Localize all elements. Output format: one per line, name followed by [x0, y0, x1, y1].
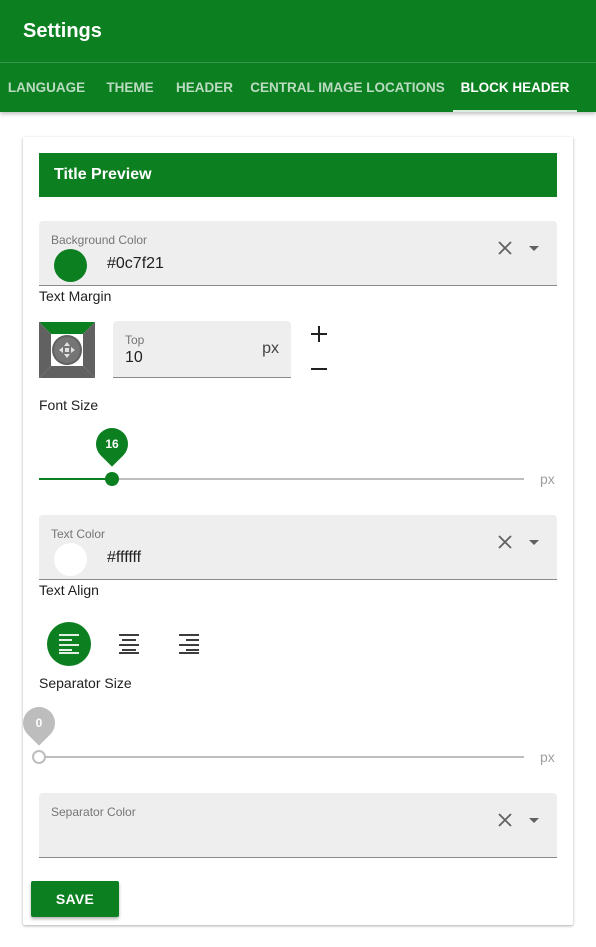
app-title: Settings — [23, 20, 102, 42]
font-size-slider-fill — [39, 478, 112, 480]
font-size-unit: px — [540, 471, 555, 487]
dropdown-arrow-icon[interactable] — [529, 818, 539, 823]
close-icon[interactable] — [496, 239, 514, 257]
separator-size-value: 0 — [35, 716, 43, 730]
tab-block-header[interactable]: BLOCK HEADER — [453, 63, 577, 112]
settings-tabs: LANGUAGE THEME HEADER CENTRAL IMAGE LOCA… — [0, 63, 596, 112]
separator-size-label: Separator Size — [39, 675, 132, 691]
decrement-icon[interactable] — [307, 357, 331, 381]
close-icon[interactable] — [496, 533, 514, 551]
align-center-button[interactable] — [107, 622, 151, 666]
background-color-value: #0c7f21 — [107, 255, 164, 272]
tab-header[interactable]: HEADER — [167, 63, 242, 112]
font-size-label: Font Size — [39, 397, 99, 413]
text-color-swatch[interactable] — [54, 543, 87, 576]
separator-size-unit: px — [540, 749, 555, 765]
save-button[interactable]: SAVE — [31, 881, 119, 917]
align-right-button[interactable] — [167, 622, 211, 666]
margin-top-value: 10 — [125, 349, 143, 366]
tab-theme[interactable]: THEME — [93, 63, 167, 112]
background-color-swatch[interactable] — [54, 249, 87, 282]
align-left-button[interactable] — [47, 622, 91, 666]
background-color-label: Background Color — [51, 233, 148, 247]
font-size-value: 16 — [105, 437, 119, 451]
dropdown-arrow-icon[interactable] — [529, 246, 539, 251]
text-align-label: Text Align — [39, 582, 99, 598]
separator-size-slider-track[interactable] — [39, 756, 524, 758]
font-size-slider-thumb[interactable] — [105, 472, 119, 486]
align-left-icon — [59, 634, 79, 654]
active-tab-indicator — [453, 110, 577, 112]
background-color-field[interactable]: Background Color #0c7f21 — [39, 221, 557, 286]
text-color-field[interactable]: Text Color #ffffff — [39, 515, 557, 580]
close-icon[interactable] — [496, 811, 514, 829]
increment-icon[interactable] — [307, 322, 331, 346]
separator-color-label: Separator Color — [51, 805, 136, 819]
tab-central-image-locations[interactable]: CENTRAL IMAGE LOCATIONS — [242, 63, 453, 112]
tab-language[interactable]: LANGUAGE — [0, 63, 93, 112]
text-margin-label: Text Margin — [39, 288, 112, 304]
align-center-icon — [119, 634, 139, 654]
separator-color-field[interactable]: Separator Color — [39, 793, 557, 858]
align-right-icon — [179, 634, 199, 654]
title-preview: Title Preview — [39, 153, 557, 197]
text-color-value: #ffffff — [107, 549, 142, 566]
text-color-label: Text Color — [51, 527, 106, 541]
app-bar: Settings LANGUAGE THEME HEADER CENTRAL I… — [0, 0, 596, 112]
margin-top-label: Top — [125, 333, 145, 347]
tab-block-header-label: BLOCK HEADER — [460, 80, 570, 95]
separator-size-slider-thumb[interactable] — [32, 750, 46, 764]
dropdown-arrow-icon[interactable] — [529, 540, 539, 545]
margin-side-selector-icon[interactable] — [39, 322, 95, 378]
margin-top-unit: px — [262, 340, 279, 357]
margin-top-field[interactable]: Top 10 px — [113, 321, 291, 378]
